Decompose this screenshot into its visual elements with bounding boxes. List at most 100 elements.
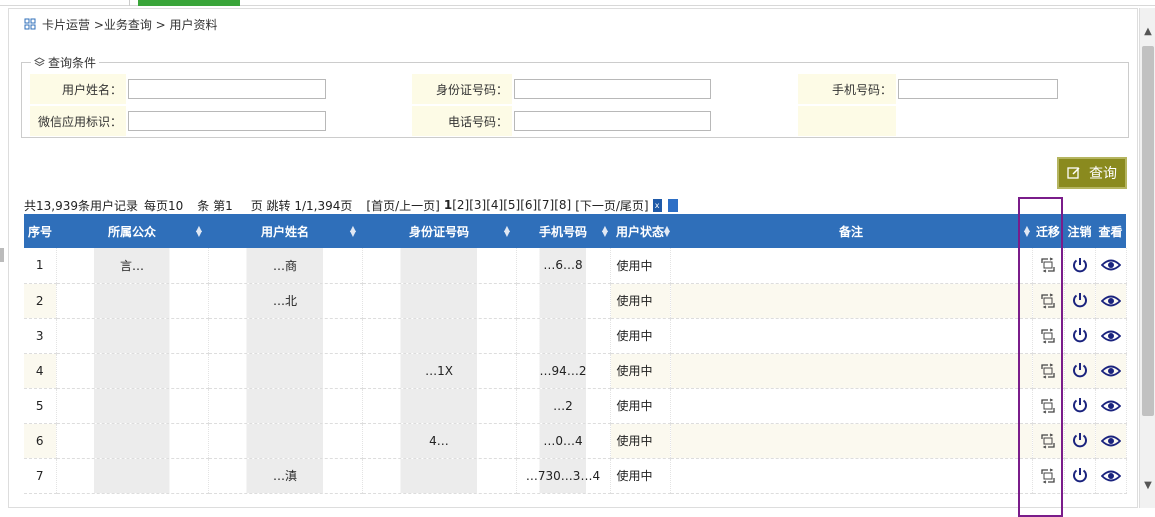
sort-icon[interactable]: ▲ ▼ [1024,225,1030,238]
cell-migrate [1032,318,1065,354]
cell-eye [1095,423,1127,459]
eye-icon[interactable] [1100,430,1122,452]
cell-org [56,458,209,494]
table-row: 3 使用中 [24,318,1127,354]
id-number-input[interactable] [514,79,711,99]
scrollbar[interactable]: ▲ ▼ [1139,8,1155,508]
cell-mobile: …0…4 [516,423,611,459]
migrate-icon[interactable] [1037,360,1059,382]
power-icon[interactable] [1069,394,1091,416]
splitter-handle[interactable] [0,248,4,262]
pager-per-unit: 条 第1 [197,198,233,213]
pager-page-8[interactable]: [8] [554,198,571,212]
wechat-id-label: 微信应用标识： [30,106,126,136]
pager-jump[interactable]: 页 跳转 1/1,394页 [251,197,353,214]
tab-active[interactable] [138,0,240,6]
cell-mobile [516,283,611,319]
cell-id [362,318,517,354]
pager-page-5[interactable]: [5] [503,198,520,212]
col-remark[interactable]: 备注 ▲ ▼ [670,214,1032,248]
col-status[interactable]: 用户状态 ▲ ▼ [610,214,670,248]
cell-id: …1X [362,353,517,389]
pager-page-7[interactable]: [7] [537,198,554,212]
pager-next-last[interactable]: [下一页/尾页] [575,197,648,214]
user-table: 序号 所属公众 ▲ ▼ 用户姓名 ▲ ▼ 身份证号码 ▲ ▼ 手机号码 ▲ ▼ 用户状态 ▲ ▼ 备… [24,214,1127,494]
table-header-row: 序号 所属公众 ▲ ▼ 用户姓名 ▲ ▼ 身份证号码 ▲ ▼ 手机号码 ▲ ▼ 用户状态 ▲ ▼ 备… [24,214,1126,248]
cell-remark [670,283,1033,319]
col-name[interactable]: 用户姓名 ▲ ▼ [208,214,362,248]
pager: 共13,939条用户记录 每页10 条 第1 页 跳转 1/1,394页 [首页… [24,196,678,214]
page-number-input[interactable] [232,198,251,212]
pager-page-2[interactable]: [2] [452,198,469,212]
scroll-down-icon[interactable]: ▼ [1140,476,1155,494]
cell-org [56,353,209,389]
user-name-input[interactable] [128,79,326,99]
table-row: 7 …滇 …730…3…4 使用中 [24,458,1127,494]
sort-icon[interactable]: ▲ ▼ [602,225,608,238]
power-icon[interactable] [1069,289,1091,311]
migrate-icon[interactable] [1037,254,1059,276]
eye-icon[interactable] [1100,325,1122,347]
col-mobile[interactable]: 手机号码 ▲ ▼ [516,214,610,248]
migrate-icon[interactable] [1037,290,1059,312]
power-icon[interactable] [1069,429,1091,451]
cell-power [1064,318,1096,354]
cell-mobile [516,318,611,354]
power-icon[interactable] [1069,254,1091,276]
doc-export-icon[interactable] [667,198,678,212]
pager-page-6[interactable]: [6] [520,198,537,212]
pager-first-prev[interactable]: [首页/上一页] [366,197,439,214]
cell-org [56,283,209,319]
sort-icon[interactable]: ▲ ▼ [504,225,510,238]
phone-input[interactable] [514,111,711,131]
cell-no: 3 [24,318,57,354]
migrate-icon[interactable] [1037,395,1059,417]
col-mobile-label: 手机号码 [538,224,587,239]
power-icon[interactable] [1069,324,1091,346]
query-button-label: 查询 [1089,166,1117,182]
col-cancel: 注销 [1064,214,1095,248]
col-org-label: 所属公众 [107,224,156,239]
wechat-id-input[interactable] [128,111,326,131]
eye-icon[interactable] [1100,254,1122,276]
col-status-label: 用户状态 [615,224,664,239]
cell-power [1064,248,1096,284]
cell-remark [670,248,1033,284]
cell-name [208,318,363,354]
table-row: 2 …北 使用中 [24,283,1127,319]
sort-icon[interactable]: ▲ ▼ [350,225,356,238]
mobile-input[interactable] [898,79,1058,99]
migrate-icon[interactable] [1037,430,1059,452]
cell-status: 使用中 [610,248,671,284]
cell-org [56,388,209,424]
cell-org [56,318,209,354]
col-view: 查看 [1095,214,1126,248]
tab-inactive[interactable] [30,0,130,6]
power-icon[interactable] [1069,359,1091,381]
eye-icon[interactable] [1100,395,1122,417]
query-button[interactable]: 查询 [1057,157,1127,189]
cell-migrate [1032,423,1065,459]
pager-page-3[interactable]: [3] [469,198,486,212]
excel-export-icon[interactable]: x [652,198,662,212]
col-no: 序号 [24,214,56,248]
per-page-input[interactable] [187,198,198,212]
eye-icon[interactable] [1100,360,1122,382]
col-id[interactable]: 身份证号码 ▲ ▼ [362,214,516,248]
eye-icon[interactable] [1100,465,1122,487]
eye-icon[interactable] [1100,290,1122,312]
pager-per-page: 每页10 [144,198,184,213]
power-icon[interactable] [1069,464,1091,486]
col-remark-label: 备注 [838,224,863,239]
migrate-icon[interactable] [1037,325,1059,347]
cell-eye [1095,388,1127,424]
pager-page-4[interactable]: [4] [486,198,503,212]
scroll-up-icon[interactable]: ▲ [1140,22,1155,40]
cell-org [56,423,209,459]
cell-no: 7 [24,458,57,494]
col-org[interactable]: 所属公众 ▲ ▼ [56,214,208,248]
scrollbar-thumb[interactable] [1142,46,1154,416]
sort-icon[interactable]: ▲ ▼ [196,225,202,238]
migrate-icon[interactable] [1037,465,1059,487]
cell-no: 4 [24,353,57,389]
